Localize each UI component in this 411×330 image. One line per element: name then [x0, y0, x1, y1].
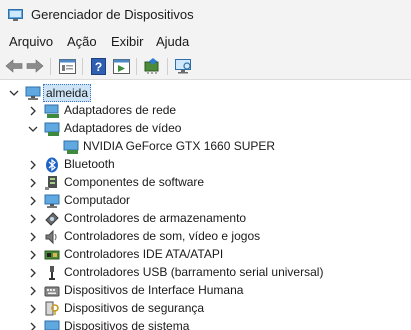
scan-hardware-button[interactable] [172, 56, 194, 76]
tree-item-dispositivos-interface-humana[interactable]: Dispositivos de Interface Humana [0, 282, 411, 300]
tree-item-label: Dispositivos de sistema [64, 319, 190, 330]
back-arrow-icon [5, 59, 23, 73]
tree-item-adaptadores-de-rede[interactable]: Adaptadores de rede [0, 102, 411, 120]
forward-button[interactable] [24, 56, 46, 76]
ide-controller-icon [44, 250, 60, 260]
usb-icon [49, 266, 55, 280]
tree-item-label: Controladores USB (barramento serial uni… [64, 265, 324, 279]
tree-item-label: Controladores IDE ATA/ATAPI [64, 247, 224, 261]
speaker-icon [45, 229, 57, 245]
properties-icon [58, 58, 76, 74]
chevron-right-icon[interactable] [27, 159, 39, 171]
svg-text:?: ? [94, 60, 101, 74]
title-bar: Gerenciador de Dispositivos [0, 0, 411, 32]
tree-item-label: NVIDIA GeForce GTX 1660 SUPER [83, 139, 276, 153]
menu-ajuda[interactable]: Ajuda [156, 34, 189, 49]
scan-hardware-icon [174, 58, 191, 73]
help-button[interactable]: ? [87, 56, 109, 76]
chevron-right-icon[interactable] [27, 285, 39, 297]
chevron-right-icon[interactable] [27, 213, 39, 225]
tree-item-label: Dispositivos de Interface Humana [64, 283, 244, 297]
software-component-icon [45, 176, 57, 190]
menu-arquivo[interactable]: Arquivo [9, 34, 53, 49]
display-adapter-icon [63, 140, 79, 154]
toolbar-separator [167, 58, 168, 75]
tree-item-dispositivos-de-sistema[interactable]: Dispositivos de sistema [0, 318, 411, 330]
security-key-icon [45, 301, 59, 316]
device-manager-icon [8, 9, 23, 21]
tree-item-label: Controladores de som, vídeo e jogos [64, 229, 261, 243]
back-button[interactable] [3, 56, 25, 76]
update-driver-button[interactable] [141, 56, 163, 76]
tree-item-label: Dispositivos de segurança [64, 301, 205, 315]
chevron-right-icon[interactable] [27, 231, 39, 243]
tree-item-nvidia-gtx-1660-super[interactable]: NVIDIA GeForce GTX 1660 SUPER [0, 138, 411, 156]
update-driver-icon [144, 57, 159, 74]
toolbar-separator [136, 58, 137, 75]
system-device-icon [44, 320, 60, 330]
chevron-down-icon[interactable] [8, 87, 20, 99]
chevron-right-icon[interactable] [27, 177, 39, 189]
tree-item-componentes-de-software[interactable]: Componentes de software [0, 174, 411, 192]
display-adapter-icon [44, 122, 60, 136]
chevron-right-icon[interactable] [27, 321, 39, 330]
chevron-right-icon[interactable] [27, 303, 39, 315]
window-title: Gerenciador de Dispositivos [31, 7, 194, 22]
menu-exibir[interactable]: Exibir [111, 34, 144, 49]
tree-item-controladores-de-armazenamento[interactable]: Controladores de armazenamento [0, 210, 411, 228]
show-hidden-button[interactable] [110, 56, 132, 76]
toolbar-separator [50, 58, 51, 75]
network-adapter-icon [44, 104, 59, 118]
menu-bar: Arquivo Ação Exibir Ajuda [0, 32, 411, 52]
root-computer-name[interactable]: almeida [43, 84, 92, 102]
toolbar-separator [82, 58, 83, 75]
keyboard-icon [44, 286, 60, 297]
computer-icon [25, 86, 41, 100]
chevron-right-icon[interactable] [27, 267, 39, 279]
tree-item-label: Controladores de armazenamento [64, 211, 247, 225]
tree-item-bluetooth[interactable]: Bluetooth [0, 156, 411, 174]
bluetooth-icon [46, 157, 58, 173]
show-hidden-icon [112, 58, 130, 74]
tree-item-controladores-ide[interactable]: Controladores IDE ATA/ATAPI [0, 246, 411, 264]
tree-item-label: Bluetooth [64, 157, 115, 171]
tree-item-label: Componentes de software [64, 175, 205, 189]
help-icon: ? [90, 57, 106, 75]
chevron-right-icon[interactable] [27, 105, 39, 117]
menu-acao[interactable]: Ação [67, 34, 97, 49]
device-tree: almeida Adaptadores de rede Adaptadores … [0, 81, 411, 330]
tree-item-computador[interactable]: Computador [0, 192, 411, 210]
tree-item-controladores-usb[interactable]: Controladores USB (barramento serial uni… [0, 264, 411, 282]
chevron-right-icon[interactable] [27, 195, 39, 207]
tree-item-label: Adaptadores de vídeo [64, 121, 182, 135]
tree-item-controladores-de-som[interactable]: Controladores de som, vídeo e jogos [0, 228, 411, 246]
tree-item-dispositivos-de-seguranca[interactable]: Dispositivos de segurança [0, 300, 411, 318]
storage-controller-icon [45, 212, 59, 226]
tree-item-label: Adaptadores de rede [64, 103, 177, 117]
computer-icon [44, 194, 60, 208]
tree-item-label: Computador [64, 193, 131, 207]
forward-arrow-icon [26, 59, 44, 73]
chevron-down-icon[interactable] [27, 123, 39, 135]
tree-item-adaptadores-de-video[interactable]: Adaptadores de vídeo [0, 120, 411, 138]
toolbar: ? [0, 52, 411, 80]
tree-root[interactable]: almeida [0, 84, 411, 102]
properties-button[interactable] [56, 56, 78, 76]
chevron-right-icon[interactable] [27, 249, 39, 261]
